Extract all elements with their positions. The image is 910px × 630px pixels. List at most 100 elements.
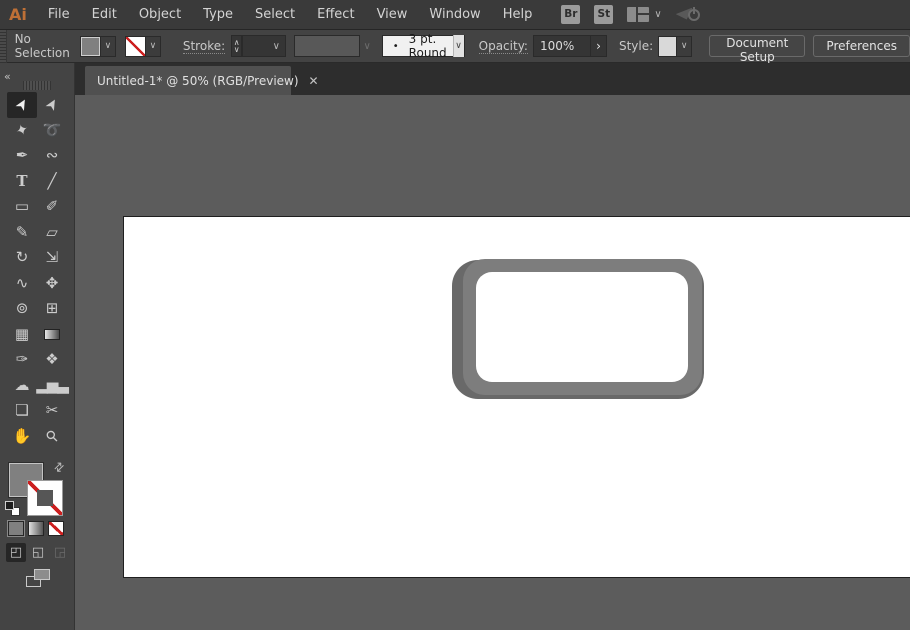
opacity-control[interactable]: 100% › [533, 35, 607, 57]
menu-help[interactable]: Help [492, 0, 544, 30]
stroke-color-control[interactable]: ∨ [125, 35, 161, 57]
draw-normal-button[interactable]: ◰ [6, 543, 26, 562]
default-fill-stroke-icon[interactable] [5, 501, 20, 516]
style-swatch[interactable] [658, 36, 677, 57]
menu-type[interactable]: Type [192, 0, 244, 30]
blend-tool[interactable]: ❖ [37, 347, 67, 373]
style-control[interactable]: ∨ [658, 35, 692, 57]
width-tool[interactable]: ∿ [7, 271, 37, 297]
artboard[interactable] [123, 216, 910, 578]
stroke-weight-dropdown[interactable]: ∨ [242, 35, 286, 57]
workspace: « ➤➤✦➰✒∾T╱▭✐✎▱↻⇲∿✥⊚⊞▦✑❖☁▂▅▃❏✂✋⚲ ⇄ ◰◱◲ Un [0, 63, 910, 630]
brush-definition-dropdown[interactable]: • 3 pt. Round ∨ [382, 35, 465, 57]
tools-grid: ➤➤✦➰✒ ∾ T ╱▭✐✎ ▱ ↻ ⇲ ∿ ✥⊚⊞ ▦ ✑❖☁▂▅▃ ❏ ✂ ✋ ⚲ [0, 92, 74, 449]
brush-name: 3 pt. Round [409, 32, 453, 60]
hand-tool-icon: ✋ [13, 429, 32, 444]
gradient-tool[interactable] [37, 322, 67, 348]
menu-effect[interactable]: Effect [306, 0, 365, 30]
magic-wand-tool[interactable]: ✦ [7, 118, 37, 144]
curvature-tool-icon: ∾ [46, 148, 59, 163]
style-chevron-icon[interactable]: ∨ [677, 36, 692, 57]
document-area: Untitled-1* @ 50% (RGB/Preview) ✕ [75, 63, 910, 630]
gradient-tool-icon [44, 329, 60, 340]
menu-select[interactable]: Select [244, 0, 306, 30]
menu-edit[interactable]: Edit [81, 0, 128, 30]
pencil-tool[interactable]: ✎ [7, 220, 37, 246]
perspective-grid-tool[interactable]: ⊞ [37, 296, 67, 322]
menu-bar: Ai FileEditObjectTypeSelectEffectViewWin… [0, 0, 910, 30]
menu-object[interactable]: Object [128, 0, 192, 30]
close-tab-icon[interactable]: ✕ [309, 75, 319, 87]
eraser-tool[interactable]: ▱ [37, 220, 67, 246]
stepper-down-icon[interactable]: ∨ [234, 46, 240, 53]
menu-file[interactable]: File [37, 0, 81, 30]
fill-color-control[interactable]: ∨ [80, 35, 116, 57]
eraser-tool-icon: ▱ [46, 225, 58, 240]
paintbrush-tool[interactable]: ✐ [37, 194, 67, 220]
rotate-tool-icon: ↻ [16, 250, 29, 265]
canvas[interactable] [75, 95, 910, 630]
rectangle-tool[interactable]: ▭ [7, 194, 37, 220]
artboard-tool-icon: ❏ [15, 403, 28, 418]
direct-selection-tool[interactable]: ➤ [37, 92, 67, 118]
scale-tool[interactable]: ⇲ [37, 245, 67, 271]
menu-window[interactable]: Window [418, 0, 491, 30]
gradient-button[interactable] [28, 521, 44, 536]
shape-builder-tool[interactable]: ⊚ [7, 296, 37, 322]
slice-tool[interactable]: ✂ [37, 398, 67, 424]
bridge-button[interactable]: Br [561, 5, 580, 24]
stroke-weight-stepper[interactable]: ∧ ∨ [231, 35, 242, 57]
opacity-expander-icon[interactable]: › [591, 35, 607, 57]
hand-tool[interactable]: ✋ [7, 424, 37, 450]
stroke-color-indicator[interactable] [27, 480, 63, 516]
opacity-input[interactable]: 100% [533, 35, 591, 57]
fill-chevron-icon[interactable]: ∨ [101, 36, 116, 57]
zoom-tool-icon: ⚲ [43, 427, 61, 445]
menu-view[interactable]: View [366, 0, 419, 30]
selection-tool[interactable]: ➤ [7, 92, 37, 118]
stock-button[interactable]: St [594, 5, 613, 24]
preferences-button[interactable]: Preferences [813, 35, 910, 57]
column-graph-tool[interactable]: ▂▅▃ [37, 373, 67, 399]
color-button[interactable] [8, 521, 24, 536]
draw-inside-button: ◲ [50, 543, 70, 562]
stroke-weight-label[interactable]: Stroke: [183, 39, 225, 54]
artboard-tool[interactable]: ❏ [7, 398, 37, 424]
lasso-tool[interactable]: ➰ [37, 118, 67, 144]
curvature-tool[interactable]: ∾ [37, 143, 67, 169]
type-tool[interactable]: T [7, 169, 37, 195]
collapse-panel-icon[interactable]: « [4, 70, 11, 83]
draw-behind-button[interactable]: ◱ [28, 543, 48, 562]
app-logo[interactable]: Ai [0, 5, 37, 24]
stroke-chevron-icon[interactable]: ∨ [146, 36, 161, 57]
menu-bar-right: Br St ∨ [561, 5, 701, 25]
stroke-none-swatch[interactable] [125, 36, 146, 57]
rotate-tool[interactable]: ↻ [7, 245, 37, 271]
pen-tool[interactable]: ✒ [7, 143, 37, 169]
eyedropper-tool[interactable]: ✑ [7, 347, 37, 373]
screen-mode-button[interactable] [26, 569, 50, 587]
opacity-label[interactable]: Opacity: [479, 39, 528, 54]
puppet-warp-tool[interactable]: ✥ [37, 271, 67, 297]
chevron-down-icon: ∨ [654, 9, 661, 20]
tool-panel-grip[interactable] [23, 81, 51, 90]
control-bar-grip[interactable] [0, 30, 7, 63]
mesh-tool-icon: ▦ [15, 327, 29, 342]
width-tool-icon: ∿ [16, 276, 29, 291]
brush-chevron-icon[interactable]: ∨ [453, 35, 464, 57]
gpu-performance-icon[interactable] [676, 5, 702, 25]
slice-tool-icon: ✂ [46, 403, 59, 418]
type-tool-icon: T [16, 174, 27, 189]
line-segment-tool[interactable]: ╱ [37, 169, 67, 195]
workspace-grid-icon [627, 7, 649, 22]
mesh-tool[interactable]: ▦ [7, 322, 37, 348]
none-button[interactable] [48, 521, 64, 536]
document-setup-button[interactable]: Document Setup [709, 35, 805, 57]
document-tab[interactable]: Untitled-1* @ 50% (RGB/Preview) ✕ [85, 66, 291, 95]
fill-swatch[interactable] [80, 36, 101, 57]
swap-fill-stroke-icon[interactable]: ⇄ [51, 458, 68, 475]
zoom-tool[interactable]: ⚲ [37, 424, 67, 450]
workspace-switcher[interactable]: ∨ [627, 7, 661, 22]
symbol-sprayer-tool[interactable]: ☁ [7, 373, 37, 399]
key-shape-inner[interactable] [476, 272, 688, 382]
